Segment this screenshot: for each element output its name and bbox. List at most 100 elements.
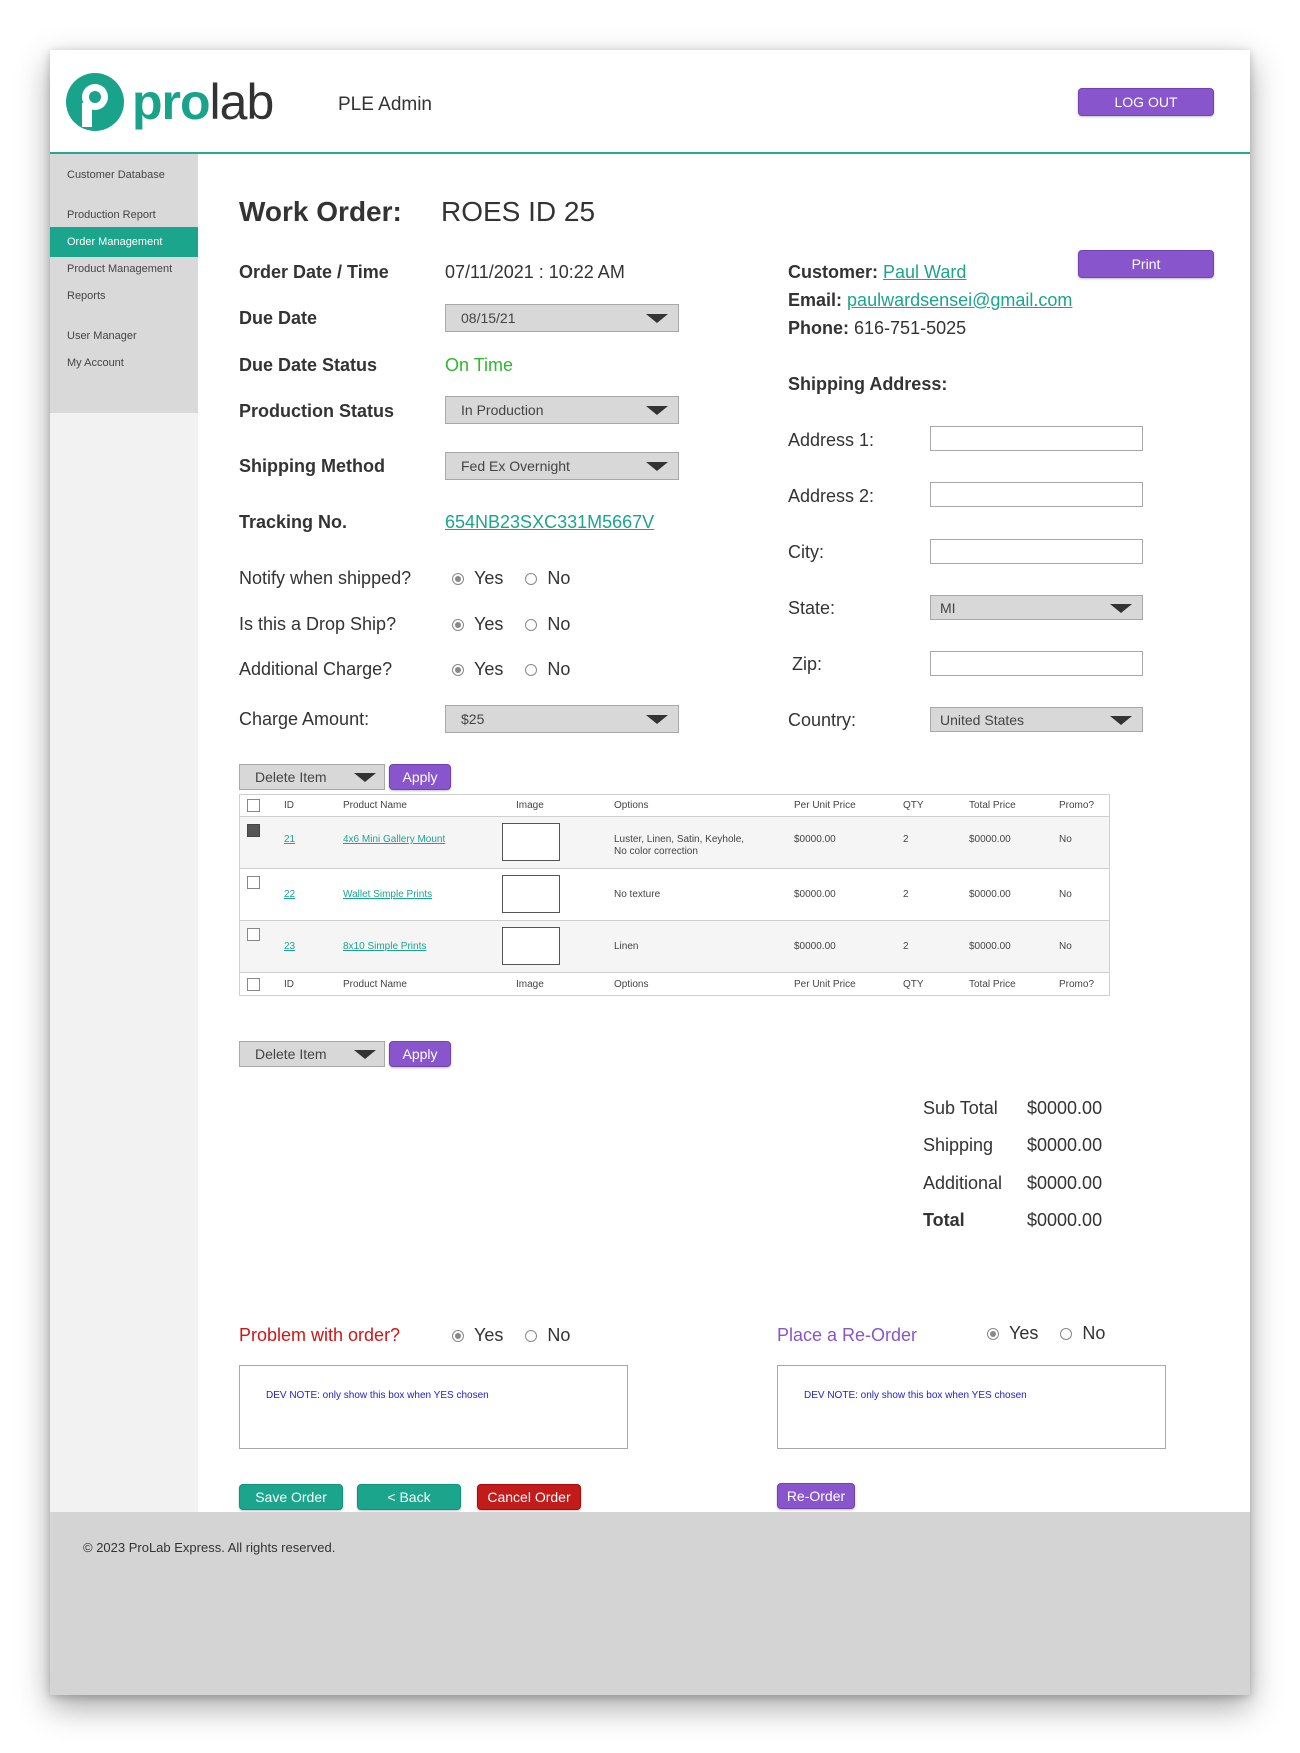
tracking-label: Tracking No.	[239, 512, 348, 532]
apply-button-bottom[interactable]: Apply	[389, 1041, 451, 1067]
charge-amount-select[interactable]: $25	[445, 705, 679, 733]
table-row[interactable]: 23 8x10 Simple Prints Linen $0000.00 2 $…	[240, 921, 1109, 973]
page-title-label: Work Order:	[239, 196, 402, 227]
address2-input[interactable]	[930, 482, 1143, 507]
logo-wordmark: prolab	[132, 77, 274, 127]
sidebar-item-order-management[interactable]: Order Management	[50, 227, 198, 257]
radio-icon[interactable]	[525, 618, 538, 631]
city-input[interactable]	[930, 539, 1143, 564]
shipping-method-select[interactable]: Fed Ex Overnight	[445, 452, 679, 480]
notify-yes-option[interactable]: Yes	[452, 568, 503, 589]
logout-button[interactable]: LOG OUT	[1078, 88, 1214, 116]
due-date-label: Due Date	[239, 308, 318, 328]
row-unit-price: $0000.00	[794, 889, 836, 900]
grand-total-value: $0000.00	[1027, 1210, 1103, 1230]
row-id-link[interactable]: 21	[284, 834, 295, 845]
select-all-checkbox-bottom[interactable]	[247, 978, 260, 991]
problem-notes-textarea[interactable]: DEV NOTE: only show this box when YES ch…	[239, 1365, 628, 1449]
drop-ship-no-option[interactable]: No	[525, 614, 570, 635]
chevron-down-icon	[354, 1050, 376, 1059]
zip-label: Zip:	[792, 654, 823, 674]
country-select[interactable]: United States	[930, 707, 1143, 732]
chevron-down-icon	[1110, 715, 1132, 725]
row-checkbox[interactable]	[247, 824, 260, 837]
radio-icon[interactable]	[525, 572, 538, 585]
row-id-link[interactable]: 23	[284, 941, 295, 952]
customer-name-link[interactable]: Paul Ward	[883, 262, 966, 282]
col-footer-promo: Promo?	[1059, 979, 1095, 990]
table-footer-row: ID Product Name Image Options Per Unit P…	[240, 973, 1109, 995]
state-select[interactable]: MI	[930, 595, 1143, 620]
save-order-button[interactable]: Save Order	[239, 1484, 343, 1510]
cancel-order-button[interactable]: Cancel Order	[477, 1484, 581, 1510]
chevron-down-icon	[354, 773, 376, 782]
radio-icon[interactable]	[525, 663, 538, 676]
prolab-logo[interactable]: prolab	[66, 72, 274, 132]
row-product-link[interactable]: 8x10 Simple Prints	[343, 941, 426, 952]
row-total-price: $0000.00	[969, 889, 1011, 900]
due-date-value: 08/15/21	[461, 310, 516, 326]
reorder-button[interactable]: Re-Order	[777, 1483, 855, 1509]
radio-selected-icon[interactable]	[452, 663, 464, 676]
additional-charge-yes-option[interactable]: Yes	[452, 659, 503, 680]
col-footer-unit-price: Per Unit Price	[794, 979, 856, 990]
no-label: No	[547, 1325, 571, 1345]
row-checkbox[interactable]	[247, 876, 260, 889]
sidebar-item-user-manager[interactable]: User Manager	[50, 321, 198, 351]
apply-button-top[interactable]: Apply	[389, 764, 451, 790]
additional-charge-radio-group: Yes No	[452, 659, 592, 680]
reorder-notes-textarea[interactable]: DEV NOTE: only show this box when YES ch…	[777, 1365, 1166, 1449]
email-link[interactable]: paulwardsensei@gmail.com	[847, 290, 1072, 310]
bulk-action-select-bottom[interactable]: Delete Item	[239, 1041, 385, 1067]
radio-icon[interactable]	[1060, 1327, 1073, 1340]
col-header-id: ID	[284, 800, 294, 811]
country-label: Country:	[788, 710, 857, 730]
notify-no-option[interactable]: No	[525, 568, 570, 589]
chevron-down-icon	[1110, 603, 1132, 613]
bulk-action-select-top[interactable]: Delete Item	[239, 764, 385, 790]
production-status-select[interactable]: In Production	[445, 396, 679, 424]
col-header-qty: QTY	[903, 800, 924, 811]
app-window: prolab PLE Admin LOG OUT Customer Databa…	[50, 50, 1250, 1695]
problem-no-option[interactable]: No	[525, 1325, 570, 1346]
sidebar-item-my-account[interactable]: My Account	[50, 348, 198, 378]
row-id-link[interactable]: 22	[284, 889, 295, 900]
problem-yes-option[interactable]: Yes	[452, 1325, 503, 1346]
drop-ship-yes-option[interactable]: Yes	[452, 614, 503, 635]
sidebar-item-product-management[interactable]: Product Management	[50, 254, 198, 284]
col-footer-options: Options	[614, 979, 649, 990]
radio-selected-icon[interactable]	[987, 1327, 999, 1340]
reorder-yes-option[interactable]: Yes	[987, 1323, 1038, 1344]
tracking-number-link[interactable]: 654NB23SXC331M5667V	[445, 512, 654, 533]
grand-total-label: Total	[923, 1210, 965, 1230]
sidebar-item-production-report[interactable]: Production Report	[50, 200, 198, 230]
row-product-link[interactable]: Wallet Simple Prints	[343, 889, 432, 900]
col-header-image: Image	[516, 800, 544, 811]
row-checkbox[interactable]	[247, 928, 260, 941]
notify-shipped-label: Notify when shipped?	[239, 568, 412, 588]
radio-selected-icon[interactable]	[452, 572, 464, 585]
customer-line: Customer: Paul Ward	[788, 262, 966, 283]
back-button[interactable]: < Back	[357, 1484, 461, 1510]
radio-icon[interactable]	[525, 1329, 538, 1342]
reorder-no-option[interactable]: No	[1060, 1323, 1105, 1344]
radio-selected-icon[interactable]	[452, 1329, 464, 1342]
no-label: No	[1082, 1323, 1106, 1343]
additional-charge-no-option[interactable]: No	[525, 659, 570, 680]
row-product-link[interactable]: 4x6 Mini Gallery Mount	[343, 834, 445, 845]
drop-ship-label: Is this a Drop Ship?	[239, 614, 397, 634]
sidebar-item-customer-database[interactable]: Customer Database	[50, 160, 198, 190]
due-date-select[interactable]: 08/15/21	[445, 304, 679, 332]
row-qty: 2	[903, 889, 909, 900]
row-promo: No	[1059, 941, 1072, 952]
sidebar-item-reports[interactable]: Reports	[50, 281, 198, 311]
zip-input[interactable]	[930, 651, 1143, 676]
table-row[interactable]: 22 Wallet Simple Prints No texture $0000…	[240, 869, 1109, 921]
address1-input[interactable]	[930, 426, 1143, 451]
radio-selected-icon[interactable]	[452, 618, 464, 631]
print-button[interactable]: Print	[1078, 250, 1214, 278]
order-date-value: 07/11/2021 : 10:22 AM	[445, 262, 625, 282]
col-header-unit-price: Per Unit Price	[794, 800, 856, 811]
select-all-checkbox[interactable]	[247, 799, 260, 812]
table-row[interactable]: 21 4x6 Mini Gallery Mount Luster, Linen,…	[240, 817, 1109, 869]
